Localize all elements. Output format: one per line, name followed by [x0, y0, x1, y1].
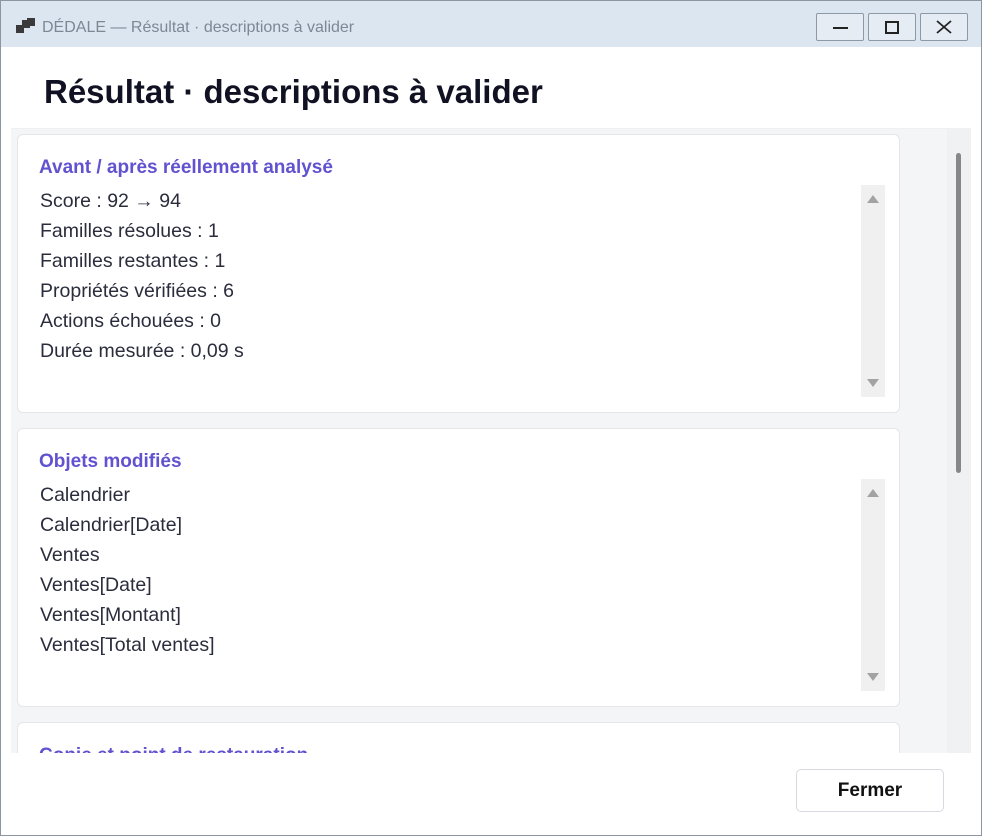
scroll-down-arrow-icon[interactable]	[867, 379, 879, 387]
page-header: Résultat · descriptions à valider	[11, 47, 971, 129]
list-item: Durée mesurée : 0,09 s	[40, 340, 244, 362]
close-button[interactable]: Fermer	[796, 769, 944, 812]
list-item: Ventes[Montant]	[40, 604, 181, 626]
summary-list[interactable]: Score : 92 → 94 Familles résolues : 1 Fa…	[39, 185, 885, 397]
list-item: Familles restantes : 1	[40, 250, 226, 272]
title-bar[interactable]: DÉDALE — Résultat · descriptions à valid…	[1, 1, 981, 47]
minimize-button[interactable]	[816, 13, 864, 41]
dialog-content: Résultat · descriptions à valider Avant …	[11, 47, 971, 827]
scroll-down-arrow-icon[interactable]	[867, 673, 879, 681]
app-icon	[16, 18, 36, 34]
backup-restore-card: Copie et point de restauration	[17, 722, 900, 753]
page-title: Résultat · descriptions à valider	[44, 73, 543, 110]
list-item: Propriétés vérifiées : 6	[40, 280, 235, 302]
modified-objects-card: Objets modifiés Calendrier Calendrier[Da…	[17, 428, 900, 707]
scrollbar-thumb[interactable]	[956, 153, 961, 473]
page-scrollbar[interactable]	[947, 129, 971, 753]
list-item: Ventes[Date]	[40, 574, 152, 596]
app-window: DÉDALE — Résultat · descriptions à valid…	[0, 0, 982, 836]
list-scrollbar[interactable]	[861, 479, 885, 691]
section-title: Avant / après réellement analysé	[39, 157, 333, 178]
list-item: Actions échouées : 0	[40, 310, 222, 332]
scroll-up-arrow-icon[interactable]	[867, 489, 879, 497]
list-item: Score : 92 → 94	[40, 190, 181, 212]
section-title: Copie et point de restauration	[39, 745, 308, 753]
list-scrollbar[interactable]	[861, 185, 885, 397]
list-item: Calendrier[Date]	[40, 514, 182, 536]
list-item: Ventes	[40, 544, 100, 566]
restore-icon	[885, 21, 899, 34]
window-title: DÉDALE — Résultat · descriptions à valid…	[42, 19, 355, 36]
sections-scroll-area[interactable]: Avant / après réellement analysé Score :…	[11, 129, 971, 753]
maximize-button[interactable]	[868, 13, 916, 41]
close-icon	[936, 20, 952, 34]
section-title: Objets modifiés	[39, 451, 182, 472]
analysis-summary-card: Avant / après réellement analysé Score :…	[17, 134, 900, 413]
modified-objects-list[interactable]: Calendrier Calendrier[Date] Ventes Vente…	[39, 479, 885, 691]
scroll-up-arrow-icon[interactable]	[867, 195, 879, 203]
close-window-button[interactable]	[920, 13, 968, 41]
list-item: Calendrier	[40, 484, 130, 506]
list-item: Familles résolues : 1	[40, 220, 219, 242]
dialog-footer: Fermer	[11, 753, 971, 827]
list-item: Ventes[Total ventes]	[40, 634, 215, 656]
minimize-icon	[833, 27, 848, 29]
